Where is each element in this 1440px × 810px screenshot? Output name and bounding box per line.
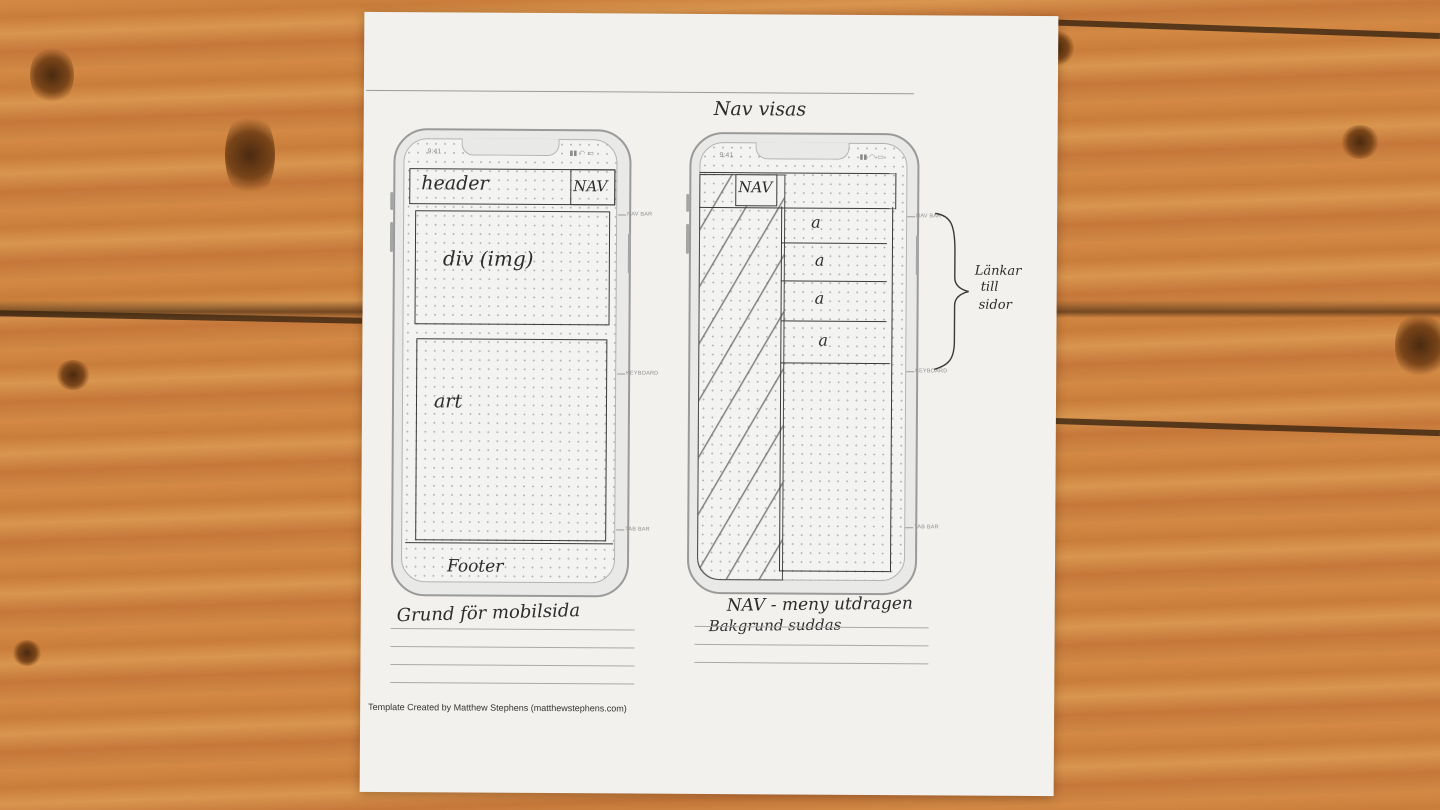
- link-item: a: [818, 330, 828, 350]
- tick-line: [907, 216, 916, 218]
- brace-mark: [934, 212, 969, 371]
- template-credit: Template Created by Matthew Stephens (ma…: [368, 701, 627, 714]
- wood-knot: [12, 640, 42, 666]
- side-button: [686, 193, 690, 212]
- link-item: a: [811, 212, 821, 232]
- nav-label: NAV: [573, 177, 608, 196]
- article-region: [415, 338, 608, 542]
- nav-drawer: [778, 206, 894, 573]
- dimmed-background-hatch: [696, 173, 786, 581]
- note-line: [390, 682, 635, 685]
- header-label: header: [421, 172, 489, 195]
- keyboard-tick: KEYBOARD: [626, 370, 659, 377]
- tick-line: [617, 373, 626, 375]
- note-line: [694, 643, 929, 647]
- tab-bar-tick: TAB BAR: [625, 526, 650, 533]
- top-rule: [365, 89, 914, 95]
- footer-label: Footer: [446, 556, 504, 577]
- note-line: [390, 664, 635, 667]
- page-heading: Nav visas: [713, 98, 807, 121]
- wood-knot: [225, 110, 275, 200]
- art-label: art: [433, 390, 463, 413]
- status-time: 9:41: [427, 148, 442, 156]
- brace-note-line: Länkar: [974, 263, 1022, 279]
- header-bar: [699, 171, 897, 210]
- nav-label: NAV: [738, 178, 773, 197]
- wood-knot: [30, 45, 74, 105]
- wood-knot: [55, 360, 91, 390]
- side-button: [685, 223, 690, 254]
- tick-line: [616, 529, 625, 531]
- wood-knot: [1340, 125, 1380, 159]
- link-item: a: [814, 250, 825, 270]
- note-line: [390, 646, 635, 649]
- tick-line: [905, 527, 914, 529]
- notch: [461, 138, 560, 157]
- link-item: a: [814, 288, 825, 308]
- status-time: 9:41: [719, 152, 734, 160]
- nav-bar-tick: NAV BAR: [627, 211, 653, 218]
- wireframe-sheet: Nav visas 9:41 ▮▮ ◠ ▭ header NAV div (im…: [359, 11, 1059, 797]
- status-icons: ▮▮ ◠ ▭: [859, 153, 884, 162]
- notch: [755, 142, 850, 160]
- side-button: [627, 233, 632, 274]
- side-button: [389, 222, 394, 253]
- note-line: [694, 661, 929, 665]
- brace-note-line: sidor: [978, 297, 1012, 313]
- note-line: [390, 628, 635, 631]
- floor-seam: [0, 310, 363, 324]
- wood-knot: [1395, 310, 1440, 380]
- floor-seam: [1050, 417, 1440, 437]
- side-button: [915, 235, 920, 276]
- tick-line: [906, 371, 915, 373]
- left-caption: Grund för mobilsida: [396, 600, 581, 627]
- status-icons: ▮▮ ◠ ▭: [569, 150, 594, 158]
- side-button: [390, 192, 394, 211]
- tab-bar-tick: TAB BAR: [914, 524, 939, 531]
- tick-line: [618, 214, 627, 216]
- floor-seam: [1040, 19, 1440, 39]
- brace-note-line: till: [980, 279, 999, 295]
- div-img-label: div (img): [442, 246, 534, 271]
- right-caption-line1: NAV - meny utdragen: [726, 593, 913, 616]
